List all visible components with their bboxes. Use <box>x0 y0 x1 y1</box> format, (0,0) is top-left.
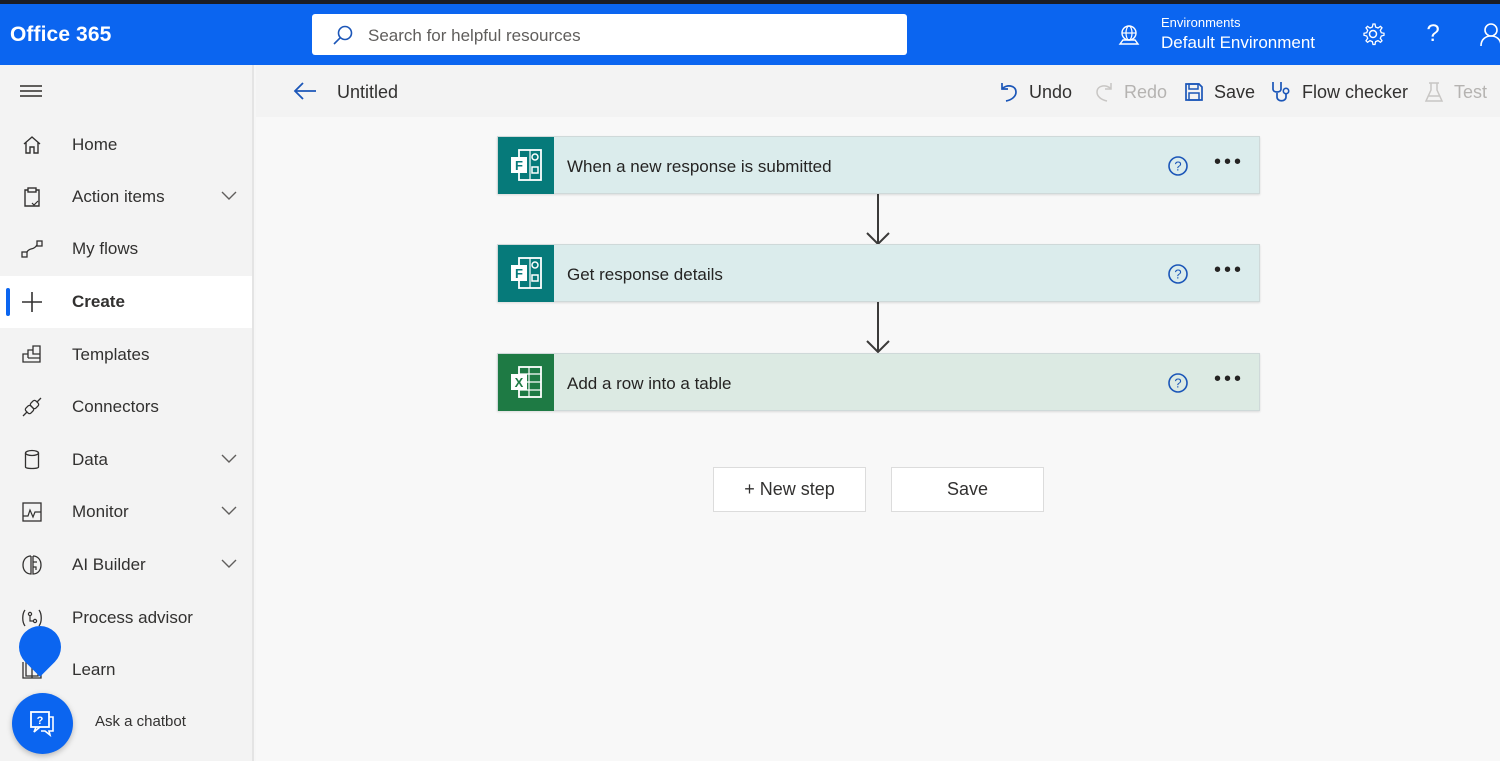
search-input[interactable]: Search for helpful resources <box>368 26 581 46</box>
help-circle-icon[interactable]: ? <box>1167 263 1189 285</box>
step-title: Add a row into a table <box>567 374 732 393</box>
sidebar-item-label: Process advisor <box>72 608 193 627</box>
save-icon <box>1185 83 1203 101</box>
svg-text:?: ? <box>37 715 44 727</box>
environment-selector[interactable]: Default Environment <box>1161 33 1315 53</box>
sidebar-item-label: Data <box>72 450 108 469</box>
plus-icon <box>22 292 42 312</box>
more-options-icon[interactable]: ••• <box>1214 369 1248 392</box>
chevron-down-icon[interactable] <box>220 189 238 201</box>
chevron-down-icon[interactable] <box>220 557 238 569</box>
help-circle-icon[interactable]: ? <box>1167 372 1189 394</box>
chevron-down-icon[interactable] <box>220 504 238 516</box>
connector-arrow-icon <box>866 302 890 354</box>
svg-text:?: ? <box>1174 159 1181 174</box>
sidebar-item-label: Action items <box>72 187 165 206</box>
redo-icon <box>1096 83 1112 102</box>
flask-icon <box>1424 82 1444 102</box>
chatbot-button[interactable]: ? <box>12 693 73 754</box>
redo-label: Redo <box>1124 81 1168 102</box>
sidebar-item-label: Learn <box>72 660 116 679</box>
flow-designer-canvas: F When a new response is submitted ? •••… <box>256 117 1500 761</box>
sidebar-item-label: Connectors <box>72 397 159 416</box>
stethoscope-icon <box>1272 82 1290 102</box>
excel-connector-icon: X <box>498 354 554 411</box>
user-icon[interactable] <box>1478 21 1500 47</box>
flow-checker-button[interactable]: Flow checker <box>1270 79 1408 105</box>
globe-icon[interactable] <box>1117 23 1141 47</box>
step-title: Get response details <box>567 265 723 284</box>
sidebar-item-label: My flows <box>72 239 139 258</box>
svg-text:?: ? <box>1174 267 1181 282</box>
environment-label: Environments <box>1161 15 1241 30</box>
flow-title[interactable]: Untitled <box>337 82 398 103</box>
help-icon[interactable]: ? <box>1420 21 1446 47</box>
flow-step-card[interactable]: F Get response details ? ••• <box>497 244 1260 302</box>
save-toolbar-button[interactable]: Save <box>1184 79 1255 105</box>
forms-connector-icon: F <box>498 137 554 194</box>
connectors-icon <box>22 397 42 417</box>
help-circle-icon[interactable]: ? <box>1167 155 1189 177</box>
hamburger-menu-icon[interactable] <box>20 85 42 99</box>
connector-arrow-icon <box>866 194 890 246</box>
sidebar-item-connectors[interactable]: Connectors <box>0 381 252 433</box>
sidebar-item-create[interactable]: Create <box>0 276 252 328</box>
svg-text:F: F <box>515 158 523 173</box>
flows-icon <box>21 240 43 258</box>
sidebar-item-ai-builder[interactable]: AI Builder <box>0 539 252 591</box>
active-indicator <box>6 288 10 316</box>
monitor-icon <box>22 502 42 522</box>
undo-icon <box>1001 83 1017 102</box>
clipboard-icon <box>24 187 40 207</box>
sidebar-item-data[interactable]: Data <box>0 434 252 486</box>
undo-label: Undo <box>1029 81 1073 102</box>
sidebar-item-label: Monitor <box>72 502 129 521</box>
more-options-icon[interactable]: ••• <box>1214 260 1248 283</box>
flow-step-card[interactable]: F When a new response is submitted ? ••• <box>497 136 1260 194</box>
svg-text:F: F <box>515 266 523 281</box>
forms-connector-icon: F <box>498 245 554 302</box>
chatbot-label[interactable]: Ask a chatbot <box>95 713 186 730</box>
test-button[interactable]: Test <box>1424 79 1487 105</box>
new-step-button[interactable]: + New step <box>713 467 866 512</box>
sidebar-item-home[interactable]: Home <box>0 119 252 171</box>
home-icon <box>23 136 41 154</box>
templates-icon <box>22 345 41 363</box>
svg-text:X: X <box>515 375 524 390</box>
brain-icon <box>22 555 42 575</box>
sidebar-item-label: AI Builder <box>72 555 146 574</box>
flow-checker-label: Flow checker <box>1302 81 1409 102</box>
database-icon <box>24 449 40 470</box>
redo-button[interactable]: Redo <box>1094 79 1167 105</box>
step-title: When a new response is submitted <box>567 157 832 176</box>
sidebar-item-monitor[interactable]: Monitor <box>0 486 252 538</box>
app-brand[interactable]: Office 365 <box>10 23 111 47</box>
save-toolbar-label: Save <box>1214 81 1256 102</box>
test-label: Test <box>1454 81 1488 102</box>
search-box[interactable]: Search for helpful resources <box>312 14 907 55</box>
chevron-down-icon[interactable] <box>220 452 238 464</box>
more-options-icon[interactable]: ••• <box>1214 152 1248 175</box>
app-header: Office 365 Search for helpful resources … <box>0 4 1500 65</box>
command-bar: Untitled Undo Redo Save Flow checker Tes… <box>256 65 1500 117</box>
chatbot-icon: ? <box>30 711 54 737</box>
back-arrow-icon[interactable] <box>292 79 318 103</box>
search-icon <box>333 25 353 45</box>
sidebar-item-templates[interactable]: Templates <box>0 329 252 381</box>
sidebar-item-label: Templates <box>72 345 150 364</box>
sidebar-item-label: Home <box>72 135 118 154</box>
flow-step-card[interactable]: X Add a row into a table ? ••• <box>497 353 1260 411</box>
gear-icon[interactable] <box>1360 21 1386 47</box>
save-button[interactable]: Save <box>891 467 1044 512</box>
sidebar-item-label: Create <box>72 292 125 311</box>
sidebar-item-my-flows[interactable]: My flows <box>0 223 252 275</box>
sidebar-item-action-items[interactable]: Action items <box>0 171 252 223</box>
svg-text:?: ? <box>1174 376 1181 391</box>
undo-button[interactable]: Undo <box>999 79 1072 105</box>
